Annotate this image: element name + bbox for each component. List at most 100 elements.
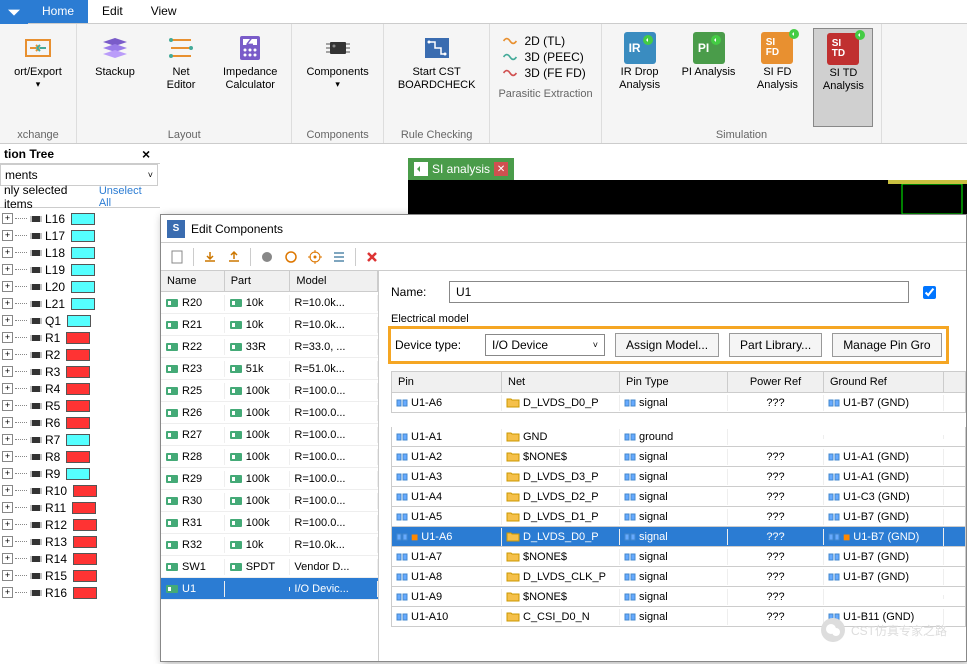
tree-item[interactable]: +L18	[2, 244, 158, 261]
pin-row[interactable]: U1-A3D_LVDS_D3_Psignal??? U1-A1 (GND)	[391, 467, 966, 487]
tree-item[interactable]: +R15	[2, 567, 158, 584]
tree-item[interactable]: +R13	[2, 533, 158, 550]
components-button[interactable]: Components▾	[300, 28, 374, 127]
part-library-button[interactable]: Part Library...	[729, 333, 822, 357]
tree-item[interactable]: +R8	[2, 448, 158, 465]
component-row[interactable]: R28100kR=100.0...	[161, 446, 378, 468]
pin-col-type[interactable]: Pin Type	[620, 372, 728, 392]
expand-icon[interactable]: +	[2, 247, 13, 258]
3d-fefd-button[interactable]: 3D (FE FD)	[502, 66, 588, 80]
expand-icon[interactable]: +	[2, 230, 13, 241]
pi-analysis-button[interactable]: PI PI Analysis	[676, 28, 742, 127]
impedance-calc-button[interactable]: Z Impedance Calculator	[217, 28, 283, 127]
pin-row[interactable]: U1-A6D_LVDS_D0_Psignal??? U1-B7 (GND)	[391, 393, 966, 413]
expand-icon[interactable]: +	[2, 451, 13, 462]
delete-button[interactable]	[362, 247, 382, 267]
tree-item[interactable]: +R1	[2, 329, 158, 346]
tree-item[interactable]: +R10	[2, 482, 158, 499]
tree-item[interactable]: +R6	[2, 414, 158, 431]
component-row[interactable]: R2110kR=10.0k...	[161, 314, 378, 336]
expand-icon[interactable]: +	[2, 332, 13, 343]
pin-row[interactable]: U1-A1GNDground	[391, 427, 966, 447]
new-button[interactable]	[167, 247, 187, 267]
expand-icon[interactable]: +	[2, 400, 13, 411]
nav-close-button[interactable]: ×	[142, 146, 156, 162]
pin-row[interactable]: U1-A7$NONE$signal??? U1-B7 (GND)	[391, 547, 966, 567]
name-input[interactable]	[449, 281, 909, 303]
tab-home[interactable]: Home	[28, 0, 88, 23]
component-row[interactable]: R3210kR=10.0k...	[161, 534, 378, 556]
tree-item[interactable]: +Q1	[2, 312, 158, 329]
expand-icon[interactable]: +	[2, 213, 13, 224]
2d-tl-button[interactable]: 2D (TL)	[502, 34, 588, 48]
component-row[interactable]: R25100kR=100.0...	[161, 380, 378, 402]
pin-col-power[interactable]: Power Ref	[728, 372, 824, 392]
component-row[interactable]: R2351kR=51.0k...	[161, 358, 378, 380]
expand-icon[interactable]: +	[2, 519, 13, 530]
pin-col-net[interactable]: Net	[502, 372, 620, 392]
component-row[interactable]: SW1SPDTVendor D...	[161, 556, 378, 578]
ir-drop-button[interactable]: IR IR Drop Analysis	[610, 28, 670, 127]
pin-row[interactable]: U1-A5D_LVDS_D1_Psignal??? U1-B7 (GND)	[391, 507, 966, 527]
component-row[interactable]: R30100kR=100.0...	[161, 490, 378, 512]
pin-row[interactable]: U1-A8D_LVDS_CLK_Psignal??? U1-B7 (GND)	[391, 567, 966, 587]
expand-icon[interactable]: +	[2, 281, 13, 292]
expand-icon[interactable]: +	[2, 434, 13, 445]
stop-button[interactable]	[281, 247, 301, 267]
export-button[interactable]	[224, 247, 244, 267]
pin-row[interactable]: U1-A4D_LVDS_D2_Psignal??? U1-C3 (GND)	[391, 487, 966, 507]
tree-item[interactable]: +R3	[2, 363, 158, 380]
tab-edit[interactable]: Edit	[88, 0, 137, 23]
si-fd-button[interactable]: SIFD SI FD Analysis	[747, 28, 807, 127]
expand-icon[interactable]: +	[2, 349, 13, 360]
tree-item[interactable]: +R11	[2, 499, 158, 516]
manage-pin-groups-button[interactable]: Manage Pin Gro	[832, 333, 941, 357]
expand-icon[interactable]: +	[2, 298, 13, 309]
file-menu-button[interactable]	[0, 0, 28, 24]
tree-item[interactable]: +R14	[2, 550, 158, 567]
expand-icon[interactable]: +	[2, 468, 13, 479]
device-type-combo[interactable]: I/O Device˅	[485, 334, 605, 356]
tree-item[interactable]: +L19	[2, 261, 158, 278]
name-checkbox[interactable]	[923, 286, 936, 299]
stackup-button[interactable]: Stackup	[85, 28, 145, 127]
tree-item[interactable]: +L21	[2, 295, 158, 312]
component-row[interactable]: U1I/O Devic...	[161, 578, 378, 600]
expand-icon[interactable]: +	[2, 417, 13, 428]
component-row[interactable]: R29100kR=100.0...	[161, 468, 378, 490]
component-row[interactable]: R26100kR=100.0...	[161, 402, 378, 424]
tab-view[interactable]: View	[137, 0, 191, 23]
import-export-button[interactable]: ort/Export▾	[8, 28, 68, 127]
unselect-all-link[interactable]: Unselect All	[99, 185, 156, 209]
component-row[interactable]: R2233RR=33.0, ...	[161, 336, 378, 358]
col-model[interactable]: Model	[290, 271, 378, 291]
pin-col-ground[interactable]: Ground Ref	[824, 372, 944, 392]
component-row[interactable]: R27100kR=100.0...	[161, 424, 378, 446]
tree-item[interactable]: +R16	[2, 584, 158, 601]
expand-icon[interactable]: +	[2, 553, 13, 564]
pin-col-pin[interactable]: Pin	[392, 372, 502, 392]
expand-icon[interactable]: +	[2, 485, 13, 496]
expand-icon[interactable]: +	[2, 502, 13, 513]
pin-row[interactable]: U1-A2$NONE$signal??? U1-A1 (GND)	[391, 447, 966, 467]
boardcheck-button[interactable]: Start CST BOARDCHECK	[392, 28, 482, 127]
expand-icon[interactable]: +	[2, 587, 13, 598]
import-button[interactable]	[200, 247, 220, 267]
component-row[interactable]: R31100kR=100.0...	[161, 512, 378, 534]
expand-icon[interactable]: +	[2, 383, 13, 394]
tree-item[interactable]: +R5	[2, 397, 158, 414]
close-tab-button[interactable]: ✕	[494, 162, 508, 176]
expand-icon[interactable]: +	[2, 315, 13, 326]
expand-icon[interactable]: +	[2, 264, 13, 275]
component-row[interactable]: R2010kR=10.0k...	[161, 292, 378, 314]
pin-row[interactable]: ■ U1-A6D_LVDS_D0_Psignal??? ■ U1-B7 (GND…	[391, 527, 966, 547]
tree-item[interactable]: +L20	[2, 278, 158, 295]
pin-row[interactable]: U1-A9$NONE$signal???	[391, 587, 966, 607]
col-part[interactable]: Part	[225, 271, 291, 291]
expand-icon[interactable]: +	[2, 570, 13, 581]
col-name[interactable]: Name	[161, 271, 225, 291]
si-td-button[interactable]: SITD SI TD Analysis	[813, 28, 873, 127]
list-button[interactable]	[329, 247, 349, 267]
tree-item[interactable]: +R7	[2, 431, 158, 448]
tree-item[interactable]: +L17	[2, 227, 158, 244]
